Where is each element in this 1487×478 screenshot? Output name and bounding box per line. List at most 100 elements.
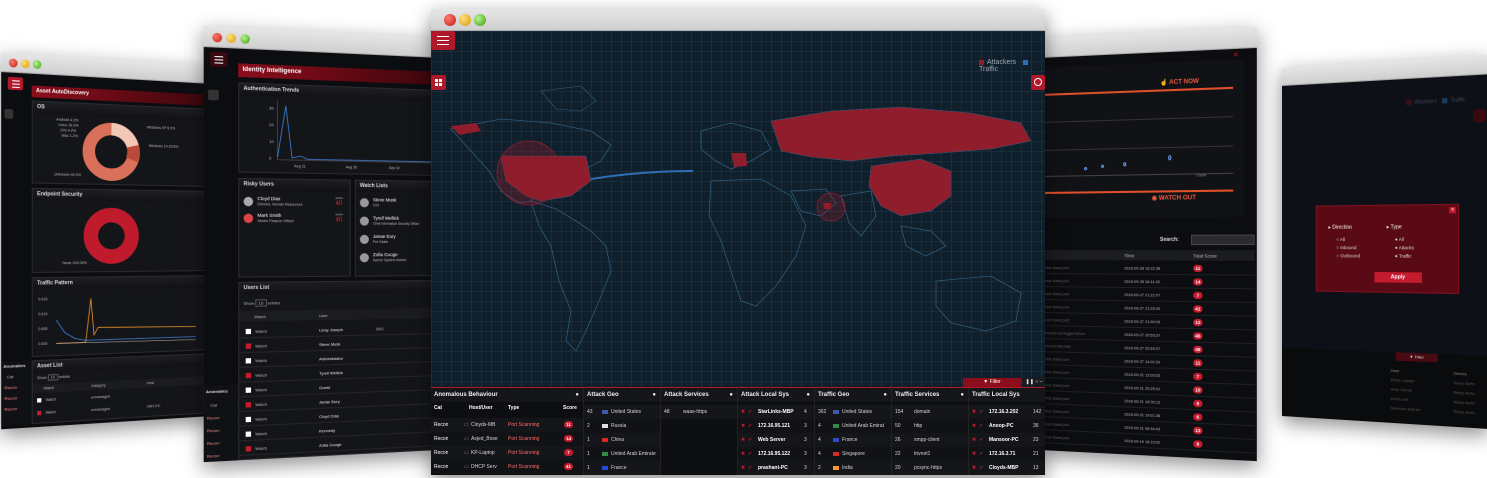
local-sys-row[interactable]: ✖ ✔ Mansoor-PC 23 [969, 433, 1045, 447]
col-time[interactable]: Time [1124, 253, 1134, 258]
block-icon[interactable]: ✖ [741, 437, 745, 443]
menu-icon[interactable] [7, 76, 24, 91]
watch-user-name[interactable]: Zofia Googe [373, 252, 398, 257]
col-score[interactable]: Total Score [1193, 253, 1217, 258]
local-sys-name[interactable]: prashant-PC [758, 465, 804, 471]
local-sys-row[interactable]: ✖ ✔ StarLinks-MBP 4 [738, 405, 814, 419]
block-icon[interactable]: ✖ [741, 423, 745, 429]
info-icon[interactable]: ● [575, 388, 579, 402]
service-row[interactable]: 20 pcsync-https [892, 461, 968, 475]
local-sys-row[interactable]: ✖ ✔ Cloyds-MBP 13 [969, 461, 1045, 475]
local-sys-name[interactable]: Anoop-PC [989, 423, 1035, 429]
maximize-window-icon[interactable] [474, 14, 486, 26]
watch-icon[interactable]: ✔ [748, 465, 752, 471]
alert-row[interactable]: ...host closed port 2016-09-28 16:11:42 14 [1040, 275, 1255, 290]
maximize-window-icon[interactable] [32, 60, 42, 70]
geo-row[interactable]: 1 China [584, 433, 660, 447]
geo-row[interactable]: 4 Singapore [815, 447, 891, 461]
alaska-attacker-region[interactable] [451, 123, 481, 135]
france-attacker-region[interactable] [731, 153, 747, 167]
user-name[interactable]: Cloyd Dias [319, 413, 339, 419]
watch-checkbox[interactable] [245, 431, 252, 437]
user-name[interactable]: Steve Musk [319, 341, 340, 347]
radio-type-all[interactable]: ● All [1395, 237, 1404, 242]
watch-icon[interactable]: ✔ [979, 451, 983, 457]
legend-traffic[interactable]: Traffic [979, 66, 998, 73]
user-name[interactable]: Linsy Joseph [319, 327, 343, 333]
entries-select[interactable]: 10 [255, 299, 267, 307]
user-name[interactable]: Kennedy [319, 428, 335, 434]
user-name[interactable]: Janae Eury [319, 399, 340, 405]
watch-icon[interactable]: ✔ [748, 437, 752, 443]
local-sys-row[interactable]: ✖ ✔ prashant-PC 3 [738, 461, 814, 475]
col-score[interactable]: Score [563, 405, 577, 411]
block-icon[interactable]: ✖ [972, 423, 976, 429]
watch-icon[interactable]: ✔ [748, 409, 752, 415]
local-sys-row[interactable]: ✖ ✔ 172.16.3.71 21 [969, 447, 1045, 461]
radio-type-traffic[interactable]: ● Traffic [1395, 253, 1412, 258]
minimize-window-icon[interactable] [20, 59, 30, 69]
service-row[interactable]: 154 domain [892, 405, 968, 419]
alert-row[interactable]: ...host closed port 2016-09-28 16:22:38 11 [1040, 262, 1255, 276]
dashboard-icon[interactable] [4, 108, 14, 119]
block-icon[interactable] [1031, 75, 1045, 90]
col-device[interactable]: Device [1454, 371, 1467, 377]
local-sys-name[interactable]: 172.16.95.121 [758, 423, 804, 429]
watch-checkbox[interactable] [37, 410, 42, 416]
anomaly-row[interactable]: Recon ▭ DHCP Serv Port Scanning 41 [431, 460, 583, 474]
watch-icon[interactable]: ✔ [979, 423, 983, 429]
geo-row[interactable]: 362 United States [815, 405, 891, 419]
service-row[interactable]: 22 trivnet1 [892, 447, 968, 461]
local-sys-name[interactable]: 172.16.95.122 [758, 451, 804, 457]
watch-checkbox[interactable] [245, 402, 252, 408]
geo-row[interactable]: 4 France [815, 433, 891, 447]
geo-row[interactable]: 2 India [815, 461, 891, 475]
user-name[interactable]: Guest [319, 385, 330, 391]
radio-outbound[interactable]: ○ Outbound [1336, 253, 1360, 258]
close-window-icon[interactable] [8, 58, 18, 68]
block-icon[interactable]: ✖ [972, 451, 976, 457]
local-sys-row[interactable]: ✖ ✔ Web Server 3 [738, 433, 814, 447]
watch-icon[interactable]: ✔ [979, 409, 983, 415]
geo-row[interactable]: 4 United Arab Emirat [815, 419, 891, 433]
close-dialog-icon[interactable]: × [1449, 206, 1456, 214]
info-icon[interactable]: ● [806, 388, 810, 402]
info-icon[interactable]: ● [652, 388, 656, 402]
radio-inbound[interactable]: ○ Inbound [1336, 245, 1356, 250]
watch-icon[interactable]: ✔ [979, 437, 983, 443]
user-name[interactable]: Zofia Googe [319, 442, 342, 448]
block-icon[interactable]: ✖ [741, 409, 745, 415]
service-row[interactable]: 26 xmpp-client [892, 433, 968, 447]
block-icon[interactable] [1473, 108, 1487, 123]
risky-user-name[interactable]: Cloyd Dias [257, 196, 280, 201]
col-watch[interactable]: Watch [254, 314, 266, 319]
local-sys-name[interactable]: 172.16.3.202 [989, 409, 1035, 415]
watch-checkbox[interactable] [245, 387, 252, 393]
russia-attacker-region[interactable] [770, 106, 1032, 162]
minimize-window-icon[interactable] [226, 33, 237, 44]
watch-checkbox[interactable] [245, 446, 252, 452]
local-sys-name[interactable]: Mansoor-PC [989, 437, 1035, 443]
dashboard-icon[interactable] [431, 75, 446, 90]
search-input[interactable] [1191, 234, 1255, 246]
watch-icon[interactable]: ✔ [748, 423, 752, 429]
block-icon[interactable]: ✖ [972, 465, 976, 471]
close-panel-icon[interactable]: × [1233, 50, 1246, 60]
watch-checkbox[interactable] [245, 416, 252, 423]
anomaly-host[interactable]: KP-Laptop [471, 450, 505, 456]
filter-button[interactable]: ▼ Filter [1395, 352, 1438, 363]
col-type[interactable]: Type [508, 405, 519, 411]
anomaly-row[interactable]: Recon ▭ Asjed_Bose Port Scanning 14 [431, 432, 583, 446]
world-map[interactable]: Attackers Traffic ▼ Filter ❚❚ ○ – [431, 31, 1045, 387]
playback-controls[interactable]: ❚❚ ○ – [1023, 378, 1045, 387]
minimize-window-icon[interactable] [459, 14, 471, 26]
watch-checkbox[interactable] [245, 343, 252, 349]
anomaly-host[interactable]: Asjed_Bose [471, 436, 505, 442]
block-icon[interactable]: ✖ [972, 437, 976, 443]
close-window-icon[interactable] [444, 14, 456, 26]
local-sys-row[interactable]: ✖ ✔ Anoop-PC 36 [969, 419, 1045, 433]
watch-icon[interactable]: ✔ [748, 451, 752, 457]
info-icon[interactable]: ● [960, 388, 964, 402]
info-icon[interactable]: ● [729, 388, 733, 402]
geo-row[interactable]: 43 United States [584, 405, 660, 419]
